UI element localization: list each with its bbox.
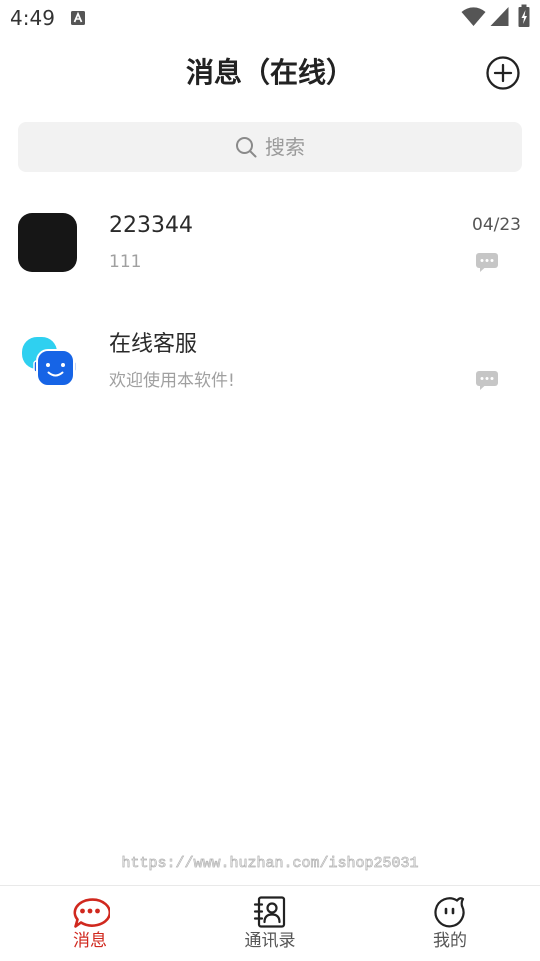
customer-service-avatar xyxy=(22,337,77,387)
page-title: 消息（在线） xyxy=(185,56,354,89)
profile-face-icon xyxy=(434,897,465,928)
message-icon xyxy=(73,898,110,928)
chat-bubble-icon[interactable] xyxy=(476,371,498,390)
signal-icon xyxy=(490,7,509,26)
black-avatar xyxy=(18,213,77,272)
tab-label: 我的 xyxy=(433,931,467,951)
tab-label: 消息 xyxy=(73,931,107,951)
tab-label: 通讯录 xyxy=(244,931,296,951)
tab-contacts[interactable]: 通讯录 xyxy=(180,886,360,961)
conversation-preview: 111 xyxy=(109,252,142,272)
battery-icon xyxy=(518,4,530,27)
search-input[interactable]: 搜索 xyxy=(18,122,522,172)
conversation-name: 223344 xyxy=(109,213,193,238)
wifi-icon xyxy=(461,7,486,26)
conversation-name: 在线客服 xyxy=(109,332,198,357)
conversation-preview: 欢迎使用本软件! xyxy=(109,371,235,391)
contacts-icon xyxy=(253,896,286,928)
chat-bubble-icon[interactable] xyxy=(476,253,498,272)
watermark-text: https://www.huzhan.com/ishop25031 xyxy=(121,855,419,873)
plus-circle-icon[interactable] xyxy=(485,55,521,91)
a-notification-icon xyxy=(71,11,85,25)
tab-mine[interactable]: 我的 xyxy=(360,886,540,961)
bottom-nav: 消息 通讯录 我的 xyxy=(0,885,540,961)
status-time: 4:49 xyxy=(10,6,55,30)
conversation-item[interactable]: 223344 111 04/23 xyxy=(0,195,540,314)
tab-messages[interactable]: 消息 xyxy=(0,886,180,961)
search-icon xyxy=(236,137,257,158)
search-placeholder: 搜索 xyxy=(265,135,305,159)
conversation-item[interactable]: 在线客服 欢迎使用本软件! xyxy=(0,314,540,433)
conversation-date: 04/23 xyxy=(472,215,521,235)
